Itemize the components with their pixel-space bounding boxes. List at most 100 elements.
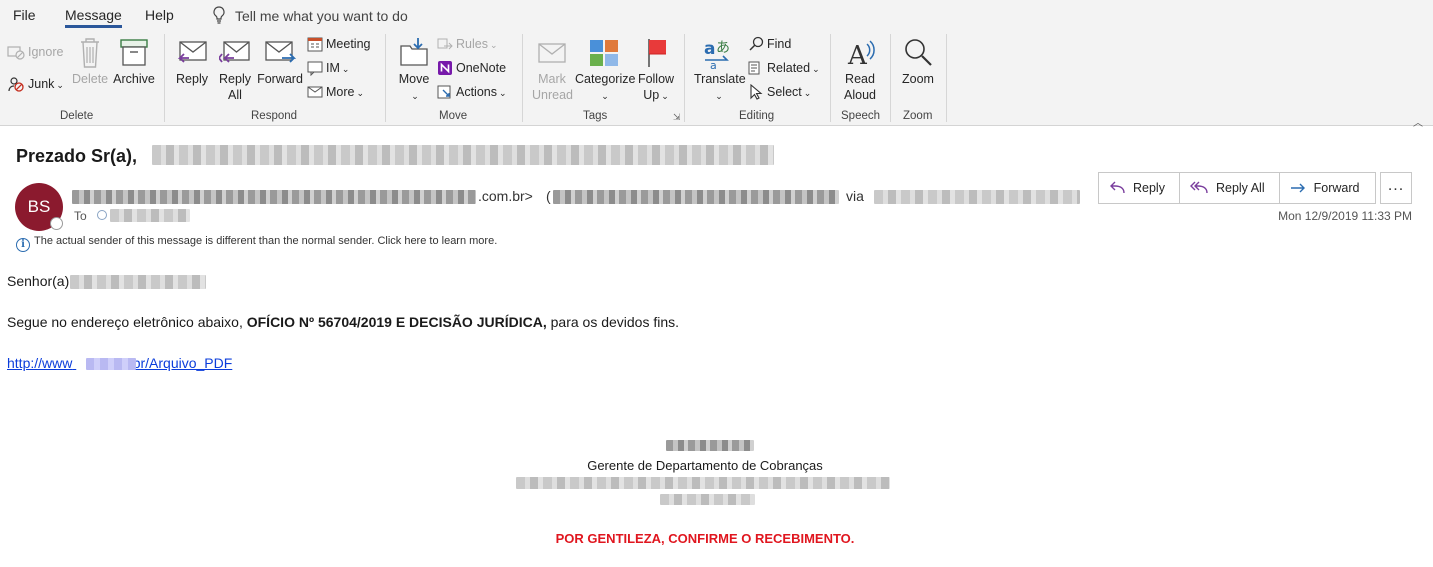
- chevron-down-icon: ⌄: [499, 88, 507, 98]
- sender-via: via: [846, 188, 864, 204]
- to-label: To: [74, 209, 87, 223]
- separator: [164, 34, 165, 122]
- forward-icon: [265, 41, 296, 63]
- chevron-down-icon: ⌄: [715, 91, 723, 101]
- svg-text:a: a: [704, 39, 715, 59]
- chevron-down-icon: ⌄: [411, 91, 419, 101]
- redacted-subject: [152, 145, 774, 165]
- ignore-icon: [7, 46, 25, 60]
- rules-button[interactable]: Rules ⌄: [437, 34, 498, 54]
- redacted-recipient-name: [70, 275, 206, 289]
- redacted-recipient[interactable]: [110, 209, 190, 222]
- tab-message[interactable]: Message: [65, 7, 122, 28]
- signature-title: Gerente de Departamento de Cobranças: [587, 458, 823, 473]
- more-actions-button[interactable]: ...: [1380, 172, 1412, 204]
- chevron-down-icon: ⌄: [812, 64, 820, 74]
- im-button[interactable]: IM ⌄: [307, 58, 349, 78]
- body-paragraph: Segue no endereço eletrônico abaixo, OFÍ…: [7, 314, 680, 330]
- group-label-tags: Tags: [583, 110, 608, 122]
- onenote-icon: [438, 61, 452, 75]
- reply-button[interactable]: Reply: [174, 36, 210, 87]
- move-button[interactable]: Move ⌄: [396, 36, 432, 104]
- sender-warning-banner[interactable]: i The actual sender of this message is di…: [16, 235, 497, 252]
- delete-button[interactable]: Delete: [72, 36, 108, 87]
- chevron-down-icon: ⌄: [661, 91, 669, 101]
- ribbon: Ignore Junk ⌄ Delete Archive Delete Reply…: [0, 30, 1433, 129]
- categorize-button[interactable]: Categorize ⌄: [575, 36, 635, 104]
- forward-button[interactable]: Forward: [257, 36, 303, 87]
- more-icon: [307, 86, 323, 98]
- archive-button[interactable]: Archive: [112, 36, 156, 87]
- read-aloud-button[interactable]: A Read Aloud: [840, 36, 880, 103]
- reply-arrow-icon: [1110, 181, 1125, 194]
- menu-bar: File Message Help Tell me what you want …: [0, 0, 1433, 30]
- forward-arrow-icon: [1290, 183, 1305, 193]
- sender-paren: (: [546, 188, 551, 204]
- chevron-down-icon: ⌄: [341, 64, 350, 74]
- tab-file[interactable]: File: [13, 7, 36, 23]
- onenote-button[interactable]: OneNote: [437, 58, 506, 78]
- flag-icon: [648, 39, 666, 67]
- confirm-receipt-text: POR GENTILEZA, CONFIRME O RECEBIMENTO.: [555, 531, 855, 546]
- separator: [385, 34, 386, 122]
- presence-indicator-icon: [50, 217, 63, 230]
- email-subject: Prezado Sr(a),: [16, 146, 138, 166]
- chevron-down-icon: ⌄: [356, 88, 365, 98]
- more-respond-button[interactable]: More ⌄: [307, 82, 364, 102]
- chevron-down-icon: ⌄: [601, 91, 609, 101]
- zoom-button[interactable]: Zoom: [898, 36, 938, 87]
- junk-icon: [8, 77, 24, 92]
- actions-icon: [437, 85, 451, 99]
- svg-text:A: A: [847, 41, 868, 70]
- svg-text:a: a: [710, 59, 717, 70]
- redacted-signature-contact: [660, 494, 755, 505]
- translate-button[interactable]: aあa Translate ⌄: [694, 36, 746, 104]
- reply-all-icon: [219, 41, 250, 63]
- tab-help[interactable]: Help: [145, 7, 174, 23]
- move-folder-icon: [400, 38, 428, 66]
- separator: [522, 34, 523, 122]
- separator: [684, 34, 685, 122]
- chevron-down-icon: ⌄: [803, 88, 812, 98]
- related-icon: [748, 61, 760, 75]
- redacted-signature-company: [516, 477, 890, 489]
- find-button[interactable]: Find: [748, 34, 791, 54]
- sender-domain: .com.br>: [478, 188, 533, 204]
- received-date: Mon 12/9/2019 11:33 PM: [1278, 209, 1412, 223]
- svg-text:あ: あ: [716, 40, 730, 56]
- follow-up-button[interactable]: Follow Up ⌄: [637, 36, 675, 104]
- redacted-sender-address: [553, 190, 839, 204]
- select-button[interactable]: Select ⌄: [748, 82, 811, 102]
- actions-button[interactable]: Actions ⌄: [437, 82, 507, 102]
- group-label-zoom: Zoom: [903, 110, 933, 122]
- tell-me-search[interactable]: Tell me what you want to do: [212, 6, 408, 24]
- trash-icon: [81, 38, 99, 68]
- redacted-sender-name: [72, 190, 476, 204]
- meeting-button[interactable]: Meeting: [307, 34, 370, 54]
- im-icon: [307, 61, 323, 77]
- redacted-link-domain: [86, 358, 136, 370]
- tell-me-text: Tell me what you want to do: [235, 8, 408, 24]
- reply-all-button[interactable]: Reply All: [216, 36, 254, 103]
- header-reply-all-button[interactable]: Reply All: [1180, 173, 1280, 203]
- recipient-presence-icon: [97, 210, 107, 220]
- dialog-launcher-icon[interactable]: ⇲: [673, 112, 681, 123]
- collapse-ribbon-icon[interactable]: ︿: [1413, 114, 1423, 129]
- chevron-down-icon: ⌄: [489, 40, 498, 50]
- ignore-button[interactable]: Ignore: [7, 42, 63, 62]
- header-reply-button[interactable]: Reply: [1099, 173, 1180, 203]
- translate-icon: a あa: [704, 39, 730, 70]
- message-actions: Reply Reply All Forward: [1098, 172, 1377, 204]
- lightbulb-icon: [213, 6, 225, 24]
- group-label-speech: Speech: [841, 110, 881, 122]
- group-label-delete: Delete: [60, 110, 94, 122]
- group-label-move: Move: [439, 110, 468, 122]
- calendar-icon: [307, 37, 323, 52]
- junk-button[interactable]: Junk ⌄: [7, 74, 64, 94]
- mark-unread-button[interactable]: Mark Unread: [532, 36, 573, 103]
- header-forward-button[interactable]: Forward: [1280, 173, 1376, 203]
- redacted-via-address: [874, 190, 1080, 204]
- related-button[interactable]: Related ⌄: [748, 58, 820, 78]
- chevron-down-icon: ⌄: [56, 80, 64, 90]
- group-label-editing: Editing: [739, 110, 775, 122]
